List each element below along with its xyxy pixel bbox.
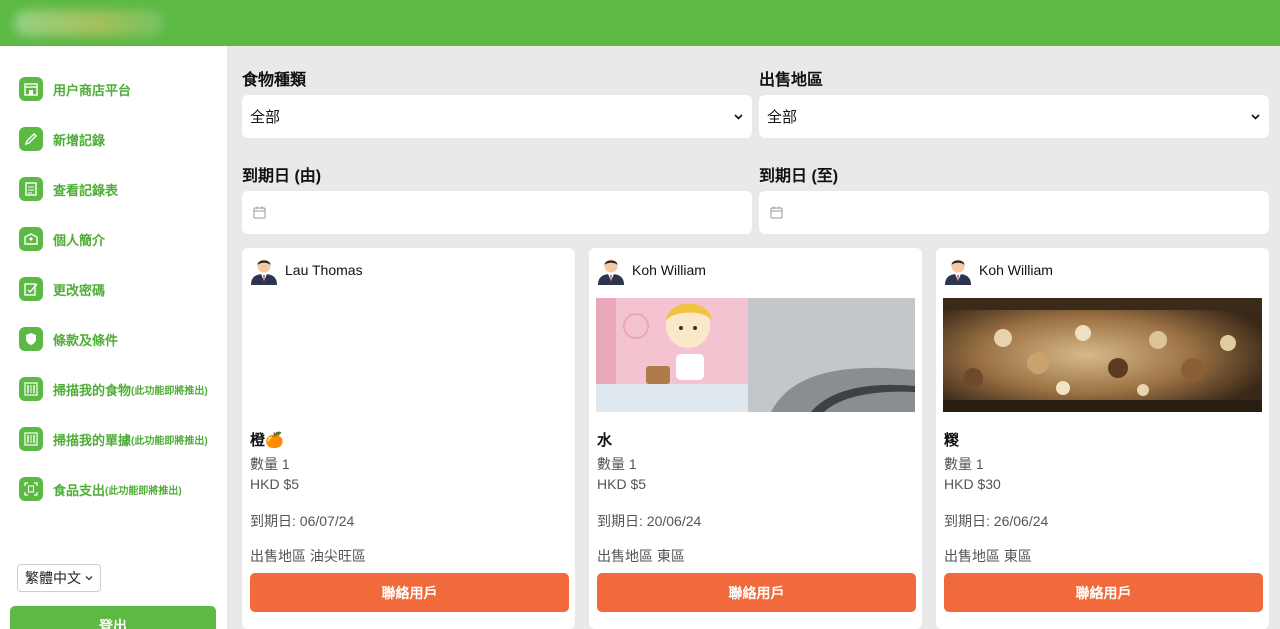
food-type-label: 食物種類 bbox=[242, 72, 307, 89]
card-region: 出售地區 東區 bbox=[944, 548, 1032, 564]
card-user-name: Koh William bbox=[979, 262, 1053, 278]
store-icon bbox=[19, 77, 43, 101]
card-price: HKD $5 bbox=[250, 476, 300, 492]
sidebar-item-profile[interactable]: 個人簡介 bbox=[19, 225, 105, 253]
food-card: Koh William 糉 數量 1 HKD $30 到期日: 26/06/24… bbox=[936, 248, 1269, 629]
card-region: 出售地區 東區 bbox=[597, 548, 685, 564]
card-price: HKD $30 bbox=[944, 476, 1001, 492]
coming-soon-note: (此功能即將推出) bbox=[131, 435, 208, 447]
sidebar-item-terms[interactable]: 條款及條件 bbox=[19, 325, 118, 353]
avatar bbox=[251, 259, 277, 285]
language-select-value: 繁體中文 bbox=[25, 570, 81, 586]
food-card: Lau Thomas 橙🍊 數量 1 HKD $5 到期日: 06/07/24 … bbox=[242, 248, 575, 629]
sidebar-item-label: 條款及條件 bbox=[53, 332, 119, 348]
coming-soon-note: (此功能即將推出) bbox=[105, 485, 182, 497]
barcode-icon bbox=[19, 427, 43, 451]
sidebar-item-store[interactable]: 用户商店平台 bbox=[19, 75, 131, 103]
sidebar-item-change-password[interactable]: 更改密碼 bbox=[19, 275, 105, 303]
chevron-down-icon bbox=[734, 114, 743, 120]
sidebar-item-scan-food[interactable]: 掃描我的食物 (此功能即將推出) bbox=[19, 375, 208, 403]
expiry-to-input[interactable] bbox=[759, 191, 1269, 234]
sidebar-item-view-records[interactable]: 查看記錄表 bbox=[19, 175, 118, 203]
avatar bbox=[598, 259, 624, 285]
food-type-select-value: 全部 bbox=[250, 109, 281, 126]
card-title: 糉 bbox=[944, 432, 960, 449]
top-bar bbox=[0, 0, 1280, 46]
expiry-to-label: 到期日 (至) bbox=[759, 168, 839, 185]
logout-button[interactable]: 登出 bbox=[10, 606, 216, 629]
food-type-select[interactable]: 全部 bbox=[242, 95, 752, 138]
sidebar-item-food-expense[interactable]: 食品支出 (此功能即將推出) bbox=[19, 475, 182, 503]
coming-soon-note: (此功能即將推出) bbox=[131, 385, 208, 397]
card-region: 出售地區 油尖旺區 bbox=[250, 548, 366, 564]
contact-user-button[interactable]: 聯絡用戶 bbox=[944, 573, 1263, 612]
sidebar-item-label: 更改密碼 bbox=[53, 282, 106, 298]
card-price: HKD $5 bbox=[597, 476, 647, 492]
card-title: 水 bbox=[597, 432, 613, 449]
sidebar-item-label: 個人簡介 bbox=[53, 232, 106, 248]
card-expiry: 到期日: 26/06/24 bbox=[944, 513, 1049, 529]
profile-box-icon bbox=[19, 227, 43, 251]
card-expiry: 到期日: 20/06/24 bbox=[597, 513, 702, 529]
chevron-down-icon bbox=[85, 576, 93, 581]
card-quantity: 數量 1 bbox=[250, 456, 290, 472]
water-bottle-photo bbox=[596, 298, 915, 412]
sidebar-item-label: 用户商店平台 bbox=[53, 82, 132, 98]
chevron-down-icon bbox=[1251, 114, 1260, 120]
sidebar-item-label: 掃描我的單據 bbox=[53, 432, 132, 448]
card-quantity: 數量 1 bbox=[597, 456, 637, 472]
document-icon bbox=[19, 177, 43, 201]
receipt-scan-icon bbox=[19, 477, 43, 501]
calendar-icon bbox=[770, 206, 783, 219]
pencil-icon bbox=[19, 127, 43, 151]
card-title: 橙🍊 bbox=[250, 432, 284, 449]
edit-check-icon bbox=[19, 277, 43, 301]
contact-user-button[interactable]: 聯絡用戶 bbox=[597, 573, 916, 612]
contact-user-button[interactable]: 聯絡用戶 bbox=[250, 573, 569, 612]
avatar bbox=[945, 259, 971, 285]
expiry-from-input[interactable] bbox=[242, 191, 752, 234]
sidebar-item-add-record[interactable]: 新增記錄 bbox=[19, 125, 105, 153]
expiry-from-label: 到期日 (由) bbox=[242, 168, 322, 185]
calendar-icon bbox=[253, 206, 266, 219]
sidebar-item-label: 新增記錄 bbox=[53, 132, 106, 148]
card-expiry: 到期日: 06/07/24 bbox=[250, 513, 355, 529]
barcode-icon bbox=[19, 377, 43, 401]
region-select-value: 全部 bbox=[767, 109, 798, 126]
card-quantity: 數量 1 bbox=[944, 456, 984, 472]
sidebar: 用户商店平台 新增記錄 查看記錄表 個人簡介 更改密碼 條款及條件 掃描我的食物… bbox=[0, 46, 227, 629]
card-user-name: Lau Thomas bbox=[285, 262, 363, 278]
sidebar-item-label: 查看記錄表 bbox=[53, 182, 119, 198]
sidebar-item-scan-receipt[interactable]: 掃描我的單據 (此功能即將推出) bbox=[19, 425, 208, 453]
language-select[interactable]: 繁體中文 bbox=[17, 564, 101, 592]
food-card: Koh William 水 數量 1 HKD $5 到期日: 20/06/24 … bbox=[589, 248, 922, 629]
rice-dumpling-photo bbox=[943, 298, 1262, 412]
card-user-name: Koh William bbox=[632, 262, 706, 278]
sidebar-item-label: 掃描我的食物 bbox=[53, 382, 132, 398]
region-select[interactable]: 全部 bbox=[759, 95, 1269, 138]
shield-icon bbox=[19, 327, 43, 351]
region-label: 出售地區 bbox=[759, 72, 824, 89]
sidebar-item-label: 食品支出 bbox=[53, 482, 106, 498]
app-logo[interactable] bbox=[14, 10, 164, 36]
